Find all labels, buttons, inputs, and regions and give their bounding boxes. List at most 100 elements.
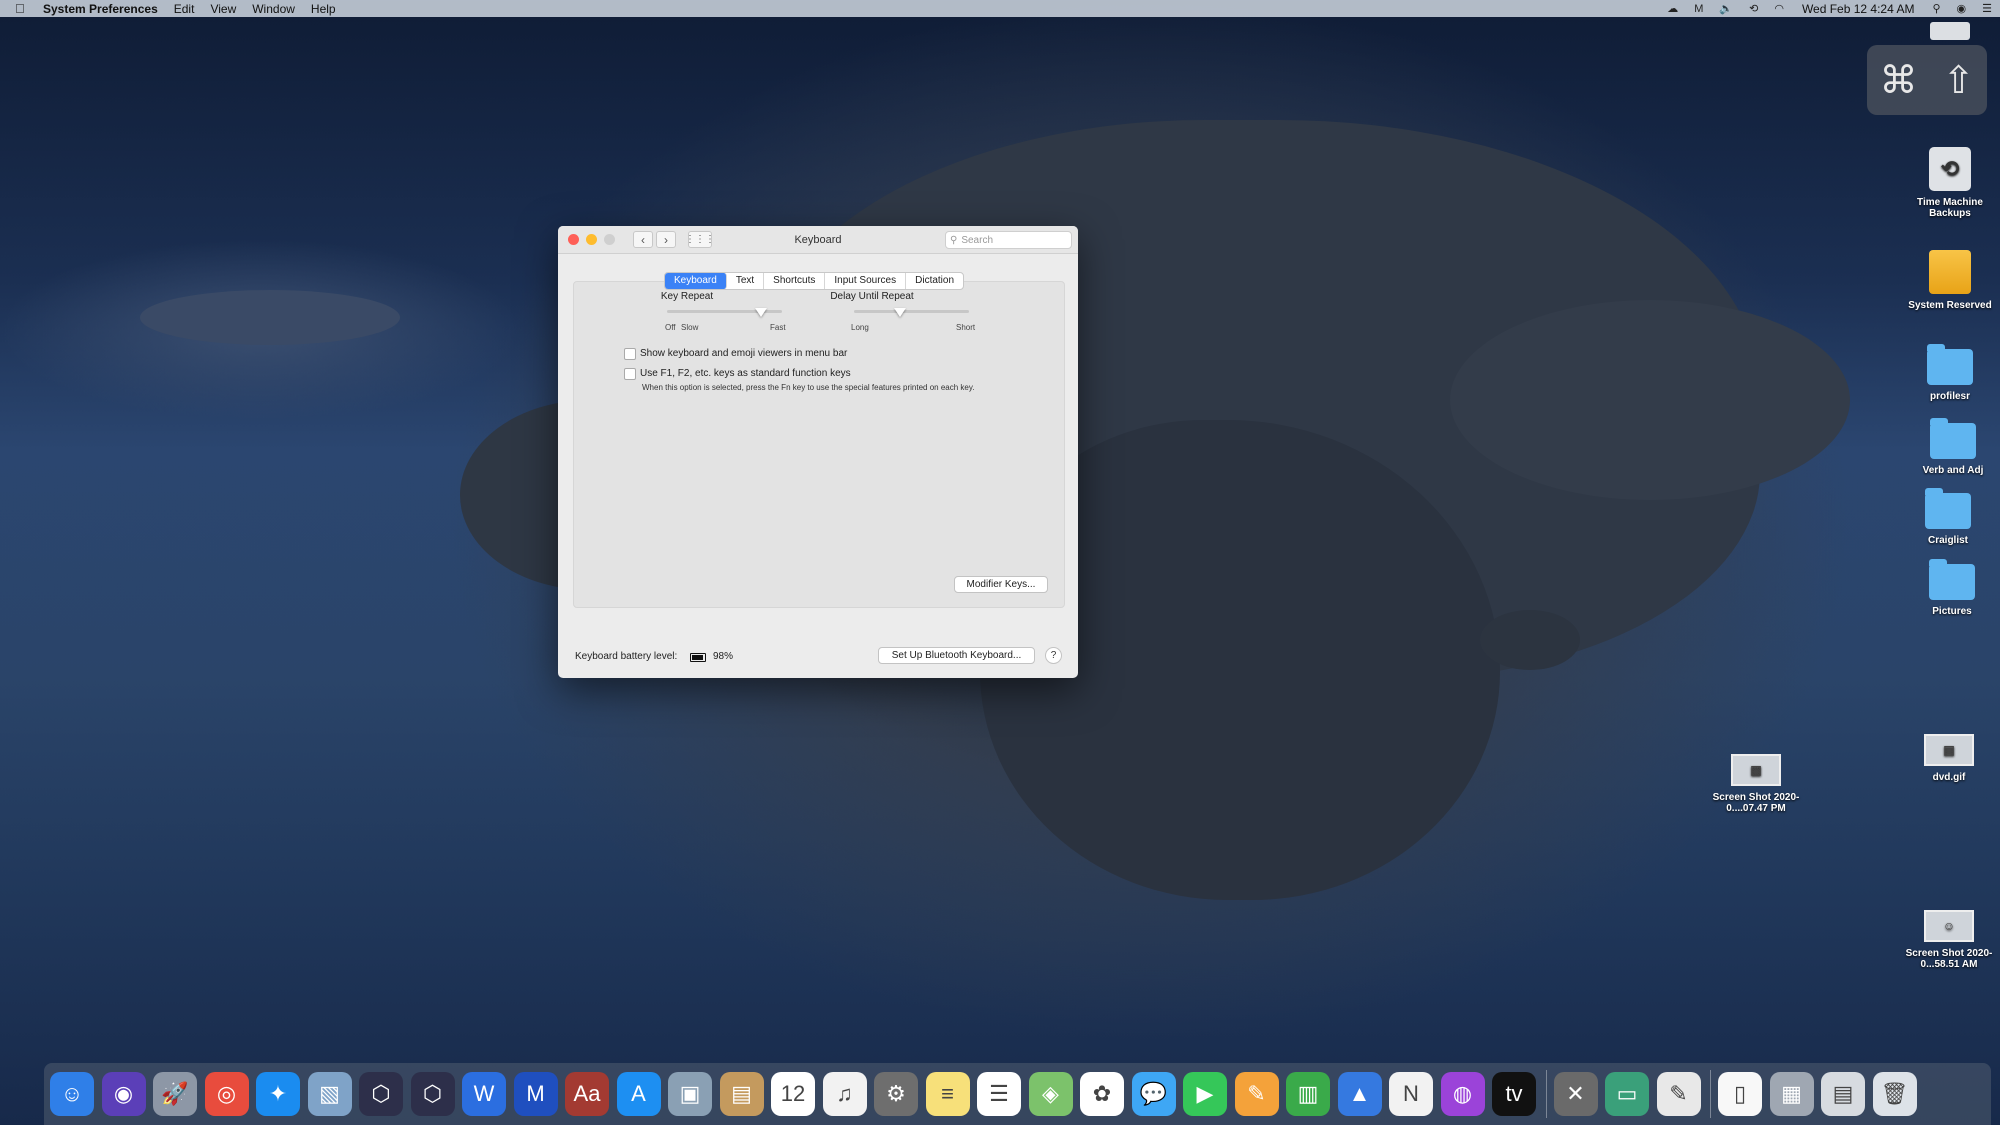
menu-clock[interactable]: Wed Feb 12 4:24 AM	[1802, 2, 1915, 16]
siri-icon[interactable]: ◉	[101, 1072, 146, 1116]
app-store-icon[interactable]: A	[616, 1072, 661, 1116]
podcasts-icon[interactable]: ◍	[1440, 1072, 1485, 1116]
tab-shortcuts[interactable]: Shortcuts	[764, 273, 826, 289]
show-keyboard-viewers-checkbox[interactable]	[624, 348, 636, 360]
folder-icon	[1929, 559, 1975, 600]
utilities-icon[interactable]: ✕	[1553, 1072, 1598, 1116]
menu-help[interactable]: Help	[311, 2, 336, 16]
downloads-stack-icon[interactable]: ▦	[1769, 1072, 1814, 1116]
xcode-instruments-icon[interactable]: ⬡	[359, 1072, 403, 1116]
bluetooth-keyboard-button[interactable]: Set Up Bluetooth Keyboard...	[878, 647, 1035, 664]
forward-button[interactable]: ›	[656, 231, 676, 248]
desktop-icon-label: Pictures	[1932, 606, 1972, 617]
maps-icon[interactable]: ◈	[1028, 1072, 1073, 1116]
tab-input-sources[interactable]: Input Sources	[825, 273, 907, 289]
tab-keyboard[interactable]: Keyboard	[665, 273, 727, 289]
desktop-icon-label: Screen Shot 2020-0....07.47 PM	[1712, 792, 1800, 814]
preview-icon[interactable]: ▧	[307, 1072, 352, 1116]
desktop-icon-time-machine[interactable]: ⟲ Time Machine Backups	[1900, 147, 2000, 219]
desktop-icon-system-reserved[interactable]: System Reserved	[1900, 250, 2000, 311]
keyboard-preferences-window: ‹ › ⋮⋮⋮ Keyboard ⚲ Search Keyboard Text …	[558, 226, 1078, 678]
malwarebytes-icon[interactable]: M	[1694, 3, 1703, 15]
textedit-icon[interactable]: ✎	[1656, 1072, 1701, 1116]
function-keys-checkbox[interactable]	[624, 368, 636, 380]
delay-until-repeat-slider-knob[interactable]	[894, 308, 906, 317]
siri-icon[interactable]: ◉	[1957, 2, 1967, 15]
pages-icon[interactable]: ✎	[1234, 1072, 1279, 1116]
delay-until-repeat-slider[interactable]	[854, 310, 969, 313]
cloud-sync-icon[interactable]: ☁	[1667, 2, 1678, 15]
calendar-icon[interactable]: 12	[771, 1072, 815, 1116]
dock-separator	[1710, 1070, 1711, 1118]
function-keys-label: Use F1, F2, etc. keys as standard functi…	[640, 368, 851, 379]
keynote-icon[interactable]: ▲	[1337, 1072, 1382, 1116]
desktop-icon-verb-and-adj[interactable]: Verb and Adj	[1903, 418, 2000, 476]
desktop-icon-pictures[interactable]: Pictures	[1902, 559, 2000, 617]
chrome-icon[interactable]: ◎	[204, 1072, 249, 1116]
volume-icon[interactable]: 🔈	[1719, 2, 1733, 15]
trash-icon[interactable]: 🗑	[1872, 1072, 1917, 1116]
zoom-window-button[interactable]	[604, 234, 615, 245]
wifi-icon[interactable]: ◠	[1774, 2, 1784, 15]
minimize-window-button[interactable]	[586, 234, 597, 245]
time-machine-icon[interactable]: ⟲	[1749, 2, 1758, 15]
grid-icon: ⋮⋮⋮	[685, 234, 715, 245]
delay-until-repeat-label: Delay Until Repeat	[830, 291, 914, 302]
folder-icon	[1930, 418, 1976, 459]
time-machine-drive-icon: ⟲	[1929, 147, 1971, 191]
help-button[interactable]: ?	[1045, 647, 1062, 664]
desktop-icon-screenshot-1[interactable]: ▧ Screen Shot 2020-0....07.47 PM	[1706, 754, 1806, 814]
key-repeat-slow-label: Slow	[681, 323, 699, 332]
window-titlebar[interactable]: ‹ › ⋮⋮⋮ Keyboard ⚲ Search	[558, 226, 1078, 254]
desktop-icon-label: Craiglist	[1927, 535, 1968, 546]
dictionary-icon[interactable]: Aa	[565, 1072, 609, 1116]
apple-tv-icon[interactable]: tv	[1492, 1072, 1536, 1116]
screen-sharing-icon[interactable]: ▭	[1605, 1072, 1649, 1116]
desktop-icon-label: profilesr	[1929, 391, 1970, 402]
music-icon[interactable]: ♫	[822, 1072, 867, 1116]
key-repeat-slider-knob[interactable]	[755, 308, 768, 317]
finder-icon[interactable]: ☺	[50, 1072, 94, 1116]
reminders-icon[interactable]: ☰	[977, 1072, 1021, 1116]
system-preferences-icon[interactable]: ⚙	[874, 1072, 918, 1116]
spotlight-icon[interactable]: ⚲	[1932, 2, 1940, 15]
numbers-icon[interactable]: ▥	[1286, 1072, 1330, 1116]
desktop-icon-screenshot-2[interactable]: ☺ Screen Shot 2020-0...58.51 AM	[1899, 910, 1999, 970]
malwarebytes-icon[interactable]: M	[513, 1072, 558, 1116]
menu-app-name[interactable]: System Preferences	[43, 2, 158, 16]
close-window-button[interactable]	[568, 234, 579, 245]
show-all-button[interactable]: ⋮⋮⋮	[685, 231, 715, 248]
modifier-keys-button[interactable]: Modifier Keys...	[954, 576, 1048, 593]
menu-view[interactable]: View	[210, 2, 236, 16]
back-button[interactable]: ‹	[633, 231, 653, 248]
safari-icon[interactable]: ✦	[256, 1072, 300, 1116]
delay-short-label: Short	[956, 323, 976, 332]
search-field[interactable]: ⚲ Search	[945, 231, 1072, 249]
xcode-instruments-2-icon[interactable]: ⬡	[410, 1072, 455, 1116]
tab-dictation[interactable]: Dictation	[906, 273, 963, 289]
desktop-icon-profilesr[interactable]: profilesr	[1900, 344, 2000, 402]
desktop-icon-label: Verb and Adj	[1922, 465, 1984, 476]
desktop-icon-dvd-gif[interactable]: ▤ dvd.gif	[1899, 734, 1999, 783]
photos-icon[interactable]: ✿	[1080, 1072, 1124, 1116]
contacts-icon[interactable]: ▤	[719, 1072, 764, 1116]
tab-text[interactable]: Text	[727, 273, 765, 289]
messages-icon[interactable]: 💬	[1131, 1072, 1176, 1116]
facetime-icon[interactable]: ▶	[1183, 1072, 1227, 1116]
dock: ☺ ◉ 🚀 ◎ ✦ ▧ ⬡ ⬡ W M Aa A ▣ ▤ 12 ♫ ⚙ ≡ ☰ ◈ ✿ 💬 ▶ ✎ ▥ ▲ N ◍ tv ✕ ▭ ✎ ▯ ▦ ▤ 🗑	[44, 1063, 1991, 1125]
notification-center-icon[interactable]: ☰	[1982, 2, 1992, 15]
menu-edit[interactable]: Edit	[174, 2, 195, 16]
launchpad-icon[interactable]: 🚀	[153, 1072, 197, 1116]
screenshots-stack-icon[interactable]: ▤	[1821, 1072, 1865, 1116]
command-key-icon: ⌘	[1879, 59, 1918, 102]
menu-window[interactable]: Window	[252, 2, 295, 16]
image-capture-icon[interactable]: ▣	[668, 1072, 712, 1116]
word-icon[interactable]: W	[462, 1072, 506, 1116]
apple-icon[interactable]: 	[15, 1, 29, 16]
image-file-icon: ▧	[1731, 754, 1781, 786]
desktop-icon-craiglist[interactable]: Craiglist	[1898, 488, 1998, 546]
document-icon[interactable]: ▯	[1718, 1072, 1762, 1116]
desktop-icon-drive-top[interactable]	[1900, 22, 2000, 46]
news-icon[interactable]: N	[1389, 1072, 1433, 1116]
notes-icon[interactable]: ≡	[925, 1072, 970, 1116]
